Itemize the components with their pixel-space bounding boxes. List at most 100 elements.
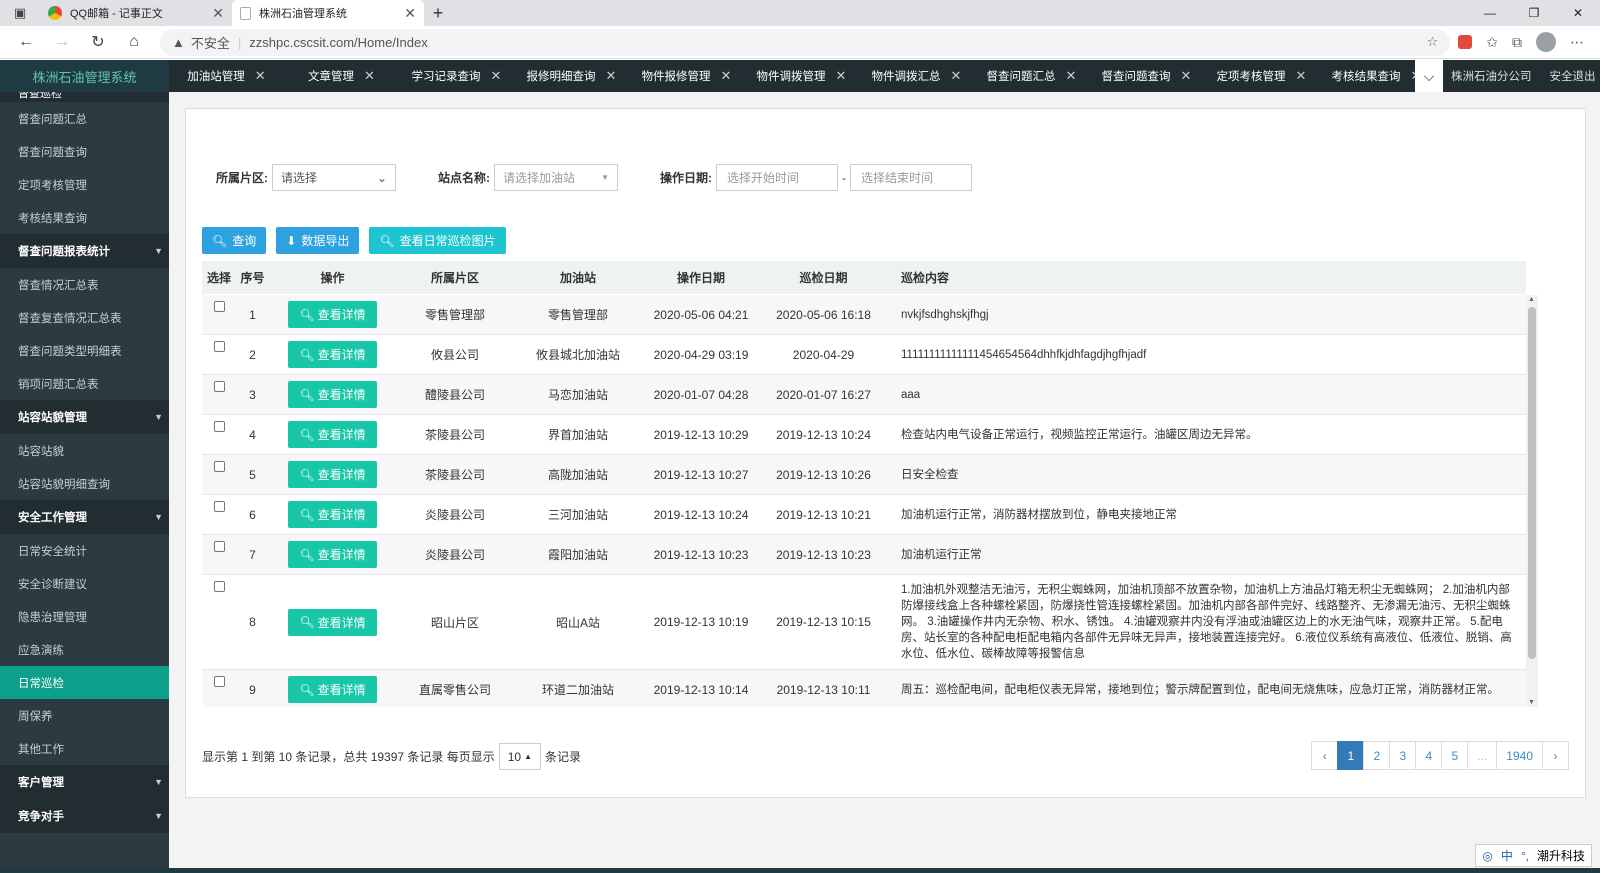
page-tab[interactable]: 督查问题汇总 ✕ (974, 60, 1089, 92)
close-icon[interactable]: ✕ (255, 68, 266, 84)
close-icon[interactable]: ✕ (364, 68, 375, 84)
page-button[interactable]: 4 (1415, 741, 1443, 770)
row-checkbox[interactable] (213, 381, 225, 392)
close-icon[interactable]: ✕ (606, 68, 617, 84)
row-checkbox[interactable] (213, 301, 225, 312)
start-date-input[interactable]: 选择开始时间 (716, 164, 838, 191)
favorites-icon[interactable]: ✩ (1486, 34, 1498, 51)
page-button[interactable]: 3 (1389, 741, 1417, 770)
view-detail-button[interactable]: 🔍︎ 查看详情 (288, 608, 377, 636)
sidebar-item[interactable]: 督查问题汇总 (0, 102, 169, 135)
table-scrollbar[interactable]: ▲ ▼ (1526, 295, 1538, 707)
extension-icon[interactable] (1458, 35, 1473, 49)
forward-icon[interactable]: → (44, 33, 80, 51)
page-button[interactable]: 5 (1441, 741, 1469, 770)
restore-icon[interactable]: ❐ (1512, 0, 1556, 26)
row-checkbox[interactable] (213, 581, 225, 592)
org-name[interactable]: 株洲石油分公司 (1451, 68, 1532, 84)
close-icon[interactable]: ✕ (491, 68, 502, 84)
area-select[interactable]: 请选择 ⌄ (272, 164, 396, 191)
sidebar-group[interactable]: 客户管理 ▼ (0, 765, 169, 799)
page-tab[interactable]: 加油站管理 ✕ (169, 60, 284, 92)
page-tab[interactable]: 物件调拨管理 ✕ (744, 60, 859, 92)
view-detail-button[interactable]: 🔍︎ 查看详情 (288, 541, 377, 568)
station-select[interactable]: 请选择加油站 ▼ (494, 164, 618, 191)
sidebar-item[interactable]: 销项问题汇总表 (0, 367, 169, 400)
ime-logo-icon[interactable]: ◎ (1482, 849, 1492, 863)
sidebar-item[interactable]: 安全诊断建议 (0, 567, 169, 600)
page-tab[interactable]: 定项考核管理 ✕ (1204, 60, 1319, 92)
sidebar-item[interactable]: 周保养 (0, 699, 169, 732)
scroll-up-icon[interactable]: ▲ (1528, 296, 1535, 303)
reload-icon[interactable]: ↻ (80, 32, 116, 52)
page-tab[interactable]: 学习记录查询 ✕ (399, 60, 514, 92)
row-checkbox[interactable] (213, 421, 225, 432)
close-icon[interactable]: ✕ (1066, 68, 1077, 84)
close-window-icon[interactable]: ✕ (1556, 0, 1600, 26)
prev-page-button[interactable]: ‹ (1311, 741, 1339, 770)
sidebar-item[interactable]: 隐患治理管理 (0, 600, 169, 633)
punctuation-icon[interactable]: °, (1521, 849, 1529, 863)
tabs-dropdown-icon[interactable]: ⌵ (1415, 60, 1443, 92)
sidebar-item[interactable]: 站容站貌明细查询 (0, 467, 169, 500)
sidebar-group[interactable]: 安全工作管理 ▼ (0, 500, 169, 534)
view-detail-button[interactable]: 🔍︎ 查看详情 (288, 341, 377, 368)
view-detail-button[interactable]: 🔍︎ 查看详情 (288, 421, 377, 448)
export-button[interactable]: ⬇ 数据导出 (276, 227, 360, 254)
row-checkbox[interactable] (213, 461, 225, 472)
view-detail-button[interactable]: 🔍︎ 查看详情 (288, 501, 377, 528)
end-date-input[interactable]: 选择结束时间 (850, 164, 972, 191)
window-menu-icon[interactable]: ▣ (0, 0, 40, 26)
ime-mode[interactable]: 中 (1501, 847, 1513, 864)
row-checkbox[interactable] (213, 341, 225, 352)
page-button[interactable]: 2 (1363, 741, 1391, 770)
sidebar-group[interactable]: 督查问题报表统计 ▼ (0, 234, 169, 268)
page-tab[interactable]: 文章管理 ✕ (284, 60, 399, 92)
more-options-icon[interactable]: ⋯ (1570, 34, 1584, 51)
minimize-icon[interactable]: — (1468, 0, 1512, 26)
home-icon[interactable]: ⌂ (116, 33, 152, 51)
scrollbar-thumb[interactable] (1528, 307, 1536, 659)
page-tab[interactable]: 督查问题查询 ✕ (1089, 60, 1204, 92)
col-station[interactable]: 加油站 (514, 269, 642, 286)
sidebar-item[interactable]: 定项考核管理 (0, 168, 169, 201)
browser-tab-active[interactable]: 株洲石油管理系统 ✕ (232, 0, 424, 26)
row-checkbox[interactable] (213, 676, 225, 687)
sidebar-cut-group[interactable]: 督查巡检 (0, 92, 169, 102)
url-field[interactable]: ▲ 不安全 | zzshpc.cscsit.com/Home/Index ☆ (160, 28, 1451, 56)
sidebar-item[interactable]: 其他工作 (0, 732, 169, 765)
close-tab-icon[interactable]: ✕ (212, 5, 224, 22)
collections-icon[interactable]: ⧉ (1512, 34, 1522, 51)
close-icon[interactable]: ✕ (1296, 68, 1307, 84)
sidebar-item[interactable]: 站容站貌 (0, 434, 169, 467)
sidebar-item[interactable]: 督查问题类型明细表 (0, 334, 169, 367)
page-tab[interactable]: 物件报修管理 ✕ (629, 60, 744, 92)
browser-tab-qqmail[interactable]: QQ邮箱 - 记事正文 ✕ (40, 0, 232, 26)
page-tab[interactable]: 物件调拨汇总 ✕ (859, 60, 974, 92)
close-icon[interactable]: ✕ (836, 68, 847, 84)
col-check-date[interactable]: 巡检日期 (760, 269, 887, 286)
sidebar-item[interactable]: 督查问题查询 (0, 135, 169, 168)
sidebar-item[interactable]: 应急演练 (0, 633, 169, 666)
close-icon[interactable]: ✕ (951, 68, 962, 84)
sidebar-item[interactable]: 日常巡检 (0, 666, 169, 699)
close-icon[interactable]: ✕ (1181, 68, 1192, 84)
view-images-button[interactable]: 🔍︎ 查看日常巡检图片 (369, 227, 506, 254)
close-tab-icon[interactable]: ✕ (404, 5, 416, 22)
col-area[interactable]: 所属片区 (396, 269, 514, 286)
new-tab-icon[interactable]: + (424, 0, 452, 26)
page-tab[interactable]: 考核结果查询✕ (1319, 60, 1415, 92)
page-tab[interactable]: 报修明细查询 ✕ (514, 60, 629, 92)
col-content[interactable]: 巡检内容 (887, 269, 1526, 286)
view-detail-button[interactable]: 🔍︎ 查看详情 (288, 461, 377, 488)
page-button[interactable]: 1 (1337, 741, 1365, 770)
row-checkbox[interactable] (213, 541, 225, 552)
close-icon[interactable]: ✕ (721, 68, 732, 84)
sidebar-group[interactable]: 竞争对手 ▼ (0, 799, 169, 833)
col-op-date[interactable]: 操作日期 (642, 269, 760, 286)
sidebar-item[interactable]: 督查复查情况汇总表 (0, 301, 169, 334)
logout-link[interactable]: 安全退出 (1550, 68, 1596, 84)
add-favorite-icon[interactable]: ☆ (1427, 34, 1439, 50)
view-detail-button[interactable]: 🔍︎ 查看详情 (288, 676, 377, 703)
scroll-down-icon[interactable]: ▼ (1528, 699, 1535, 706)
